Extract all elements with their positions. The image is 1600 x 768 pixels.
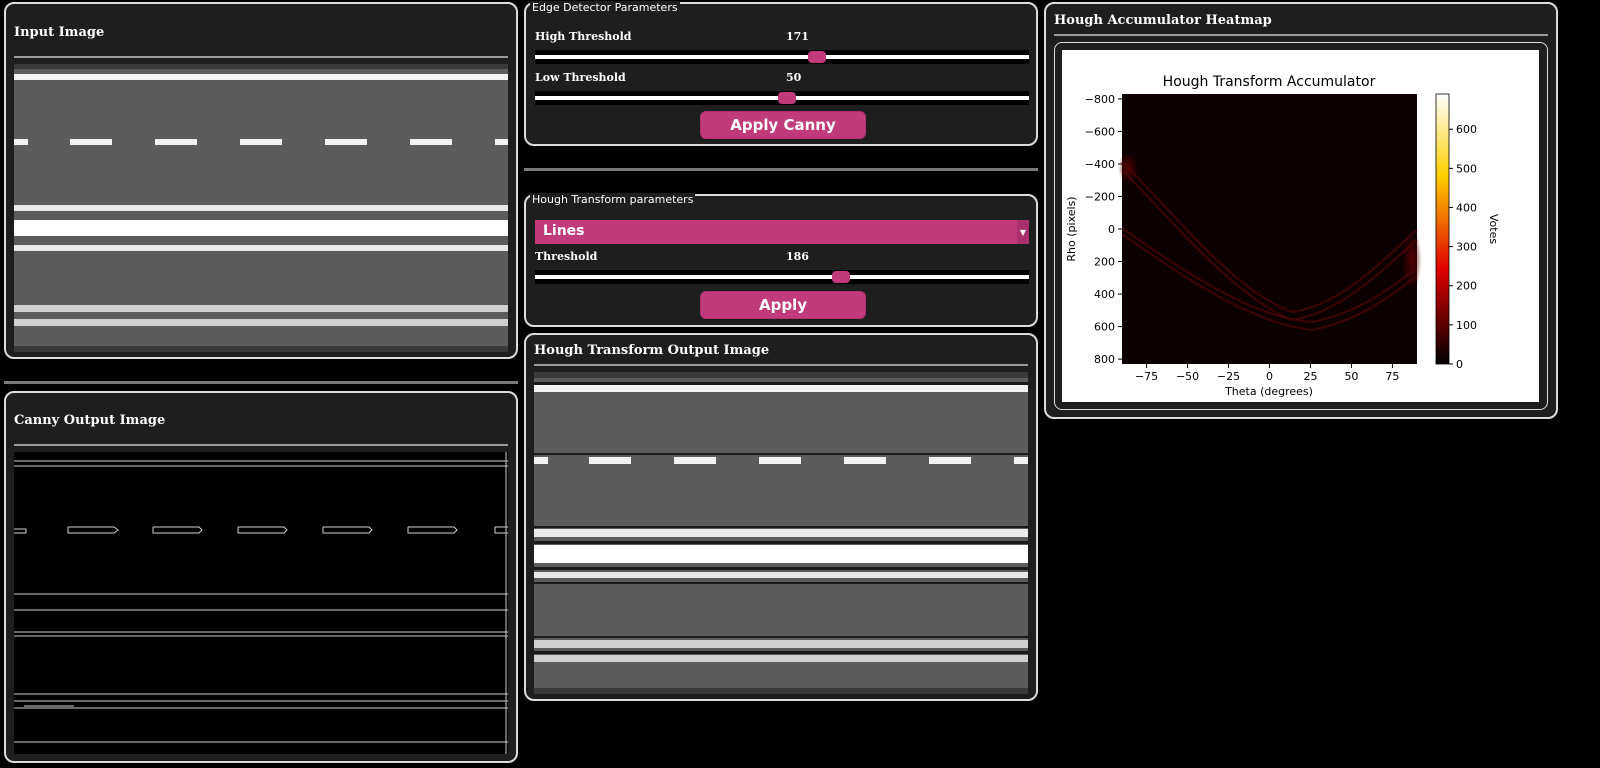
apply-hough-button[interactable]: Apply bbox=[700, 291, 866, 319]
heatmap-plot-area bbox=[1122, 94, 1417, 364]
hough-output-title: Hough Transform Output Image bbox=[534, 343, 770, 358]
low-threshold-handle[interactable] bbox=[778, 92, 796, 104]
input-image-title: Input Image bbox=[14, 25, 105, 40]
edge-image bbox=[14, 452, 508, 754]
high-threshold-value: 171 bbox=[786, 30, 809, 43]
edge-detector-parameters-panel: Edge Detector Parameters High Threshold … bbox=[524, 1, 1038, 146]
x-tick-label: −75 bbox=[1135, 370, 1158, 383]
apply-canny-button[interactable]: Apply Canny bbox=[700, 111, 866, 139]
hough-output-image bbox=[534, 372, 1028, 694]
slider-track bbox=[535, 55, 1029, 59]
road-image-input bbox=[14, 64, 508, 352]
title-divider bbox=[14, 56, 508, 58]
canny-output-image bbox=[14, 452, 508, 754]
hough-mode-value: Lines bbox=[543, 223, 585, 239]
threshold-label: Threshold bbox=[535, 250, 598, 263]
title-divider bbox=[534, 364, 1028, 366]
low-threshold-slider[interactable] bbox=[535, 91, 1029, 105]
canny-output-title: Canny Output Image bbox=[14, 413, 166, 428]
hough-accumulator-chart: Hough Transform Accumulator −75 −50 −25 0 25… bbox=[1065, 74, 1500, 398]
road-image-with-lines bbox=[534, 372, 1028, 694]
y-tick-label: −200 bbox=[1085, 190, 1115, 203]
canny-output-panel: Canny Output Image bbox=[4, 391, 518, 763]
colorbar-tick-label: 0 bbox=[1456, 358, 1463, 371]
section-divider bbox=[4, 381, 518, 384]
x-axis: −75 −50 −25 0 25 50 75 bbox=[1135, 364, 1399, 383]
threshold-value: 186 bbox=[786, 250, 809, 263]
x-tick-label: 75 bbox=[1385, 370, 1399, 383]
y-tick-label: 200 bbox=[1094, 256, 1115, 269]
heatmap-figure: Hough Transform Accumulator −75 −50 −25 0 25… bbox=[1062, 50, 1539, 402]
input-image-panel: Input Image bbox=[4, 2, 518, 359]
y-axis-label: Rho (pixels) bbox=[1065, 196, 1078, 261]
colorbar bbox=[1435, 93, 1450, 365]
vote-hotspot bbox=[1118, 152, 1138, 184]
y-tick-label: −800 bbox=[1085, 93, 1115, 106]
y-tick-label: 600 bbox=[1094, 321, 1115, 334]
hough-output-panel: Hough Transform Output Image bbox=[524, 333, 1038, 701]
heatmap-title: Hough Accumulator Heatmap bbox=[1054, 13, 1272, 28]
y-axis: −800 −600 −400 −200 0 200 400 600 800 bbox=[1085, 93, 1122, 366]
title-divider bbox=[14, 444, 508, 446]
high-threshold-handle[interactable] bbox=[808, 51, 826, 63]
y-tick-label: −600 bbox=[1085, 125, 1115, 138]
colorbar-tick-label: 600 bbox=[1456, 123, 1477, 136]
slider-track bbox=[535, 275, 1029, 279]
hough-parameters-legend: Hough Transform parameters bbox=[530, 193, 696, 206]
x-tick-label: 0 bbox=[1266, 370, 1273, 383]
high-threshold-slider[interactable] bbox=[535, 50, 1029, 64]
y-tick-label: 0 bbox=[1108, 223, 1115, 236]
colorbar-axis: 0 100 200 300 400 500 600 bbox=[1449, 123, 1477, 371]
input-image bbox=[14, 64, 508, 352]
section-divider bbox=[524, 168, 1038, 171]
y-tick-label: 800 bbox=[1094, 353, 1115, 366]
high-threshold-label: High Threshold bbox=[535, 30, 632, 43]
colorbar-tick-label: 500 bbox=[1456, 162, 1477, 175]
chart-title: Hough Transform Accumulator bbox=[1163, 74, 1376, 90]
low-threshold-label: Low Threshold bbox=[535, 71, 626, 84]
low-threshold-value: 50 bbox=[786, 71, 802, 84]
x-axis-label: Theta (degrees) bbox=[1224, 385, 1313, 398]
x-tick-label: −25 bbox=[1217, 370, 1240, 383]
colorbar-tick-label: 100 bbox=[1456, 319, 1477, 332]
x-tick-label: 50 bbox=[1344, 370, 1358, 383]
colorbar-tick-label: 200 bbox=[1456, 280, 1477, 293]
vote-hotspot bbox=[1402, 230, 1422, 290]
title-divider bbox=[1054, 34, 1548, 36]
y-tick-label: −400 bbox=[1085, 158, 1115, 171]
y-tick-label: 400 bbox=[1094, 288, 1115, 301]
chevron-down-icon[interactable]: ▼ bbox=[1017, 220, 1029, 244]
edge-detector-legend: Edge Detector Parameters bbox=[530, 1, 680, 14]
threshold-handle[interactable] bbox=[832, 271, 850, 283]
threshold-slider[interactable] bbox=[535, 270, 1029, 284]
x-tick-label: −50 bbox=[1176, 370, 1199, 383]
x-tick-label: 25 bbox=[1303, 370, 1317, 383]
hough-mode-select[interactable]: Lines ▼ bbox=[535, 220, 1029, 244]
heatmap-panel: Hough Accumulator Heatmap Hough Transfor… bbox=[1044, 2, 1558, 419]
hough-parameters-panel: Hough Transform parameters Lines ▼ Thres… bbox=[524, 193, 1038, 327]
colorbar-tick-label: 400 bbox=[1456, 201, 1477, 214]
colorbar-label: Votes bbox=[1487, 214, 1500, 244]
colorbar-tick-label: 300 bbox=[1456, 241, 1477, 254]
